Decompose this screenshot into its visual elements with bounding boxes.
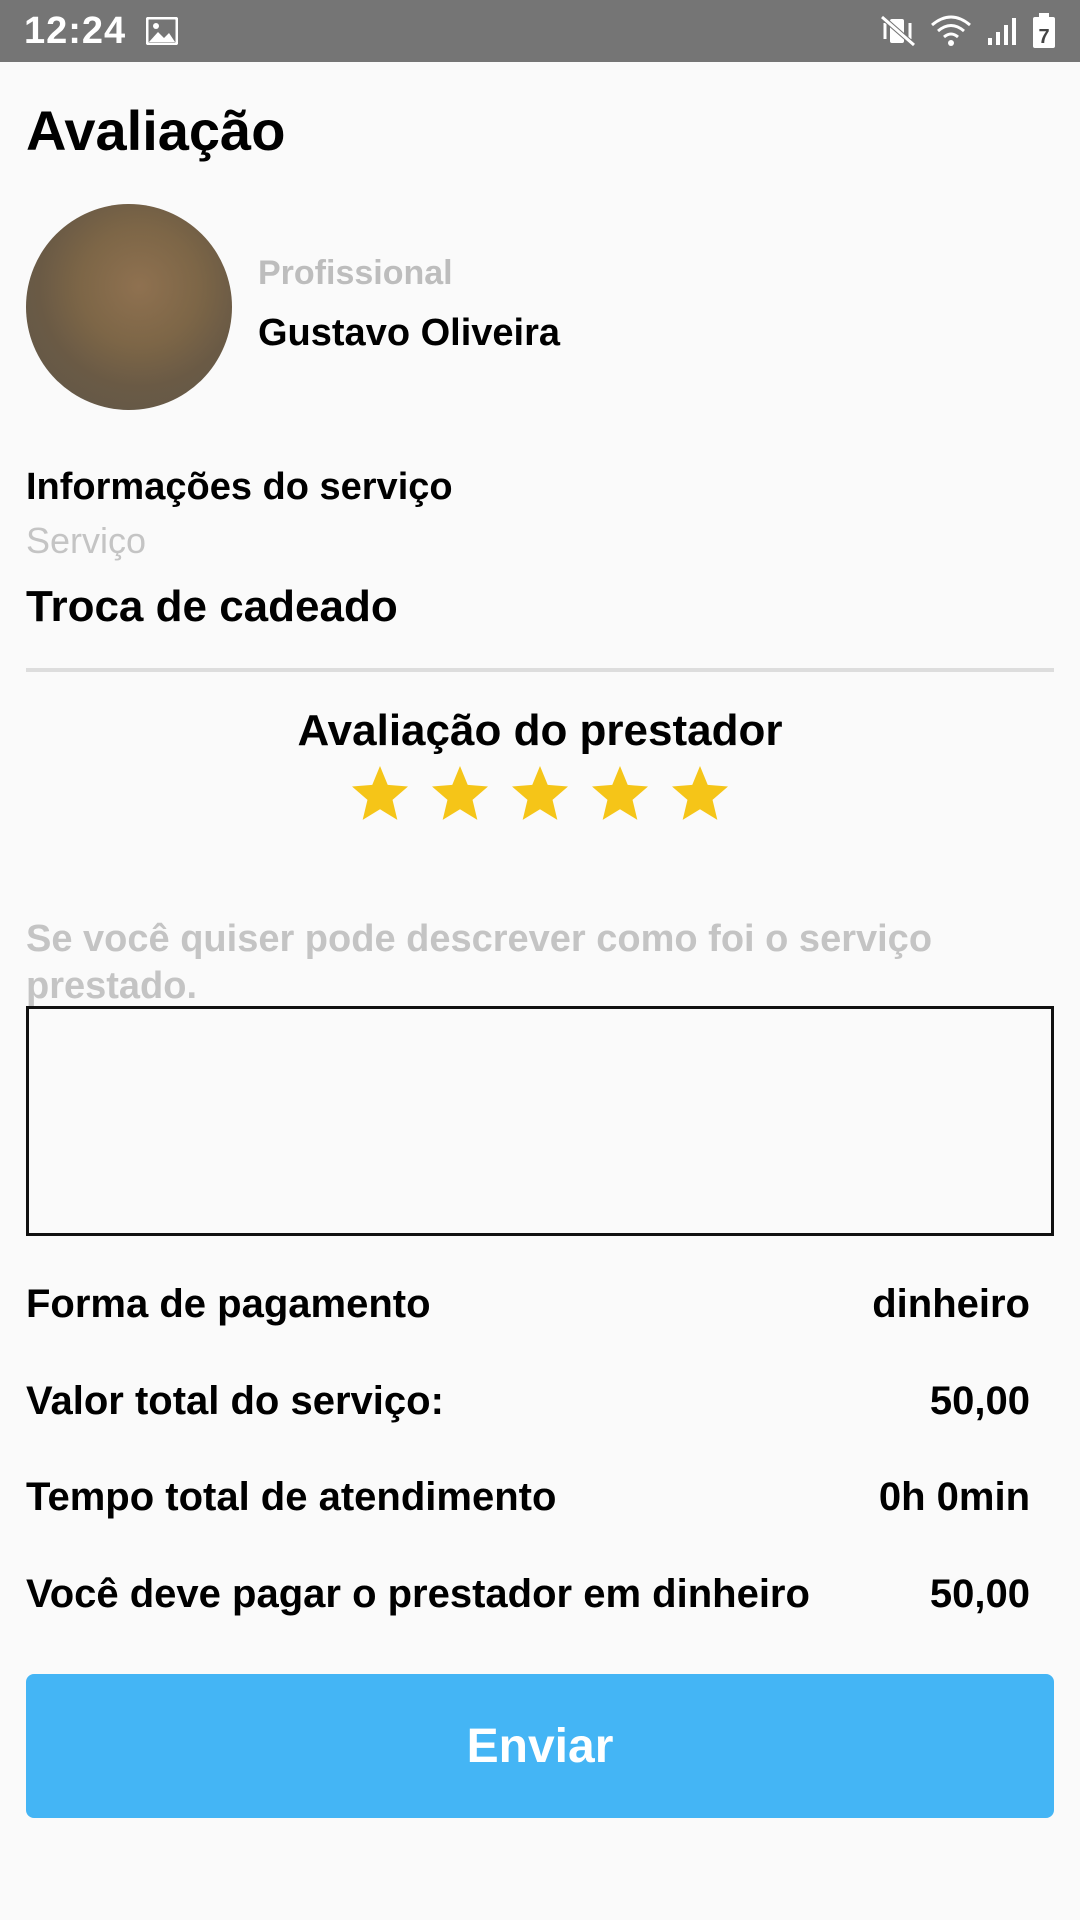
star-icon[interactable] <box>668 762 732 826</box>
star-icon[interactable] <box>508 762 572 826</box>
total-value: 50,00 <box>929 1379 1030 1423</box>
rating-title: Avaliação do prestador <box>297 706 783 755</box>
divider <box>26 668 1054 672</box>
pay-amount-value: 50,00 <box>929 1572 1030 1616</box>
comment-hint: Se você quiser pode descrever como foi o… <box>26 918 933 1007</box>
payment-method-value: dinheiro <box>872 1282 1030 1326</box>
pay-amount-row: Você deve pagar o prestador em dinheiro … <box>26 1572 1030 1617</box>
image-icon <box>146 17 179 45</box>
rating-stars[interactable] <box>26 762 1054 826</box>
payment-method-label: Forma de pagamento <box>26 1282 431 1326</box>
page-title: Avaliação <box>26 99 286 162</box>
total-value-label: Valor total do serviço: <box>26 1379 444 1423</box>
service-info-title: Informações do serviço <box>26 466 453 508</box>
payment-method-row: Forma de pagamento dinheiro <box>26 1282 1030 1327</box>
battery-icon: 7 <box>1032 13 1056 49</box>
service-value: Troca de cadeado <box>26 582 398 631</box>
total-time-row: Tempo total de atendimento 0h 0min <box>26 1475 1030 1520</box>
status-bar: 12:24 7 <box>0 0 1080 62</box>
vibrate-mute-icon <box>880 15 916 47</box>
status-time: 12:24 <box>24 9 127 52</box>
comment-input[interactable] <box>26 1006 1054 1236</box>
wifi-icon <box>930 15 972 47</box>
battery-level: 7 <box>1038 26 1049 48</box>
signal-icon <box>986 16 1018 46</box>
pay-amount-label: Você deve pagar o prestador em dinheiro <box>26 1572 810 1616</box>
total-time-label: Tempo total de atendimento <box>26 1475 557 1519</box>
professional-name: Gustavo Oliveira <box>258 312 561 354</box>
total-time-value: 0h 0min <box>878 1475 1030 1519</box>
total-value-row: Valor total do serviço: 50,00 <box>26 1379 1030 1424</box>
service-label: Serviço <box>26 520 147 561</box>
submit-button[interactable]: Enviar <box>26 1674 1054 1818</box>
star-icon[interactable] <box>588 762 652 826</box>
star-icon[interactable] <box>428 762 492 826</box>
professional-label: Profissional <box>258 254 453 292</box>
star-icon[interactable] <box>348 762 412 826</box>
avatar <box>26 204 232 410</box>
